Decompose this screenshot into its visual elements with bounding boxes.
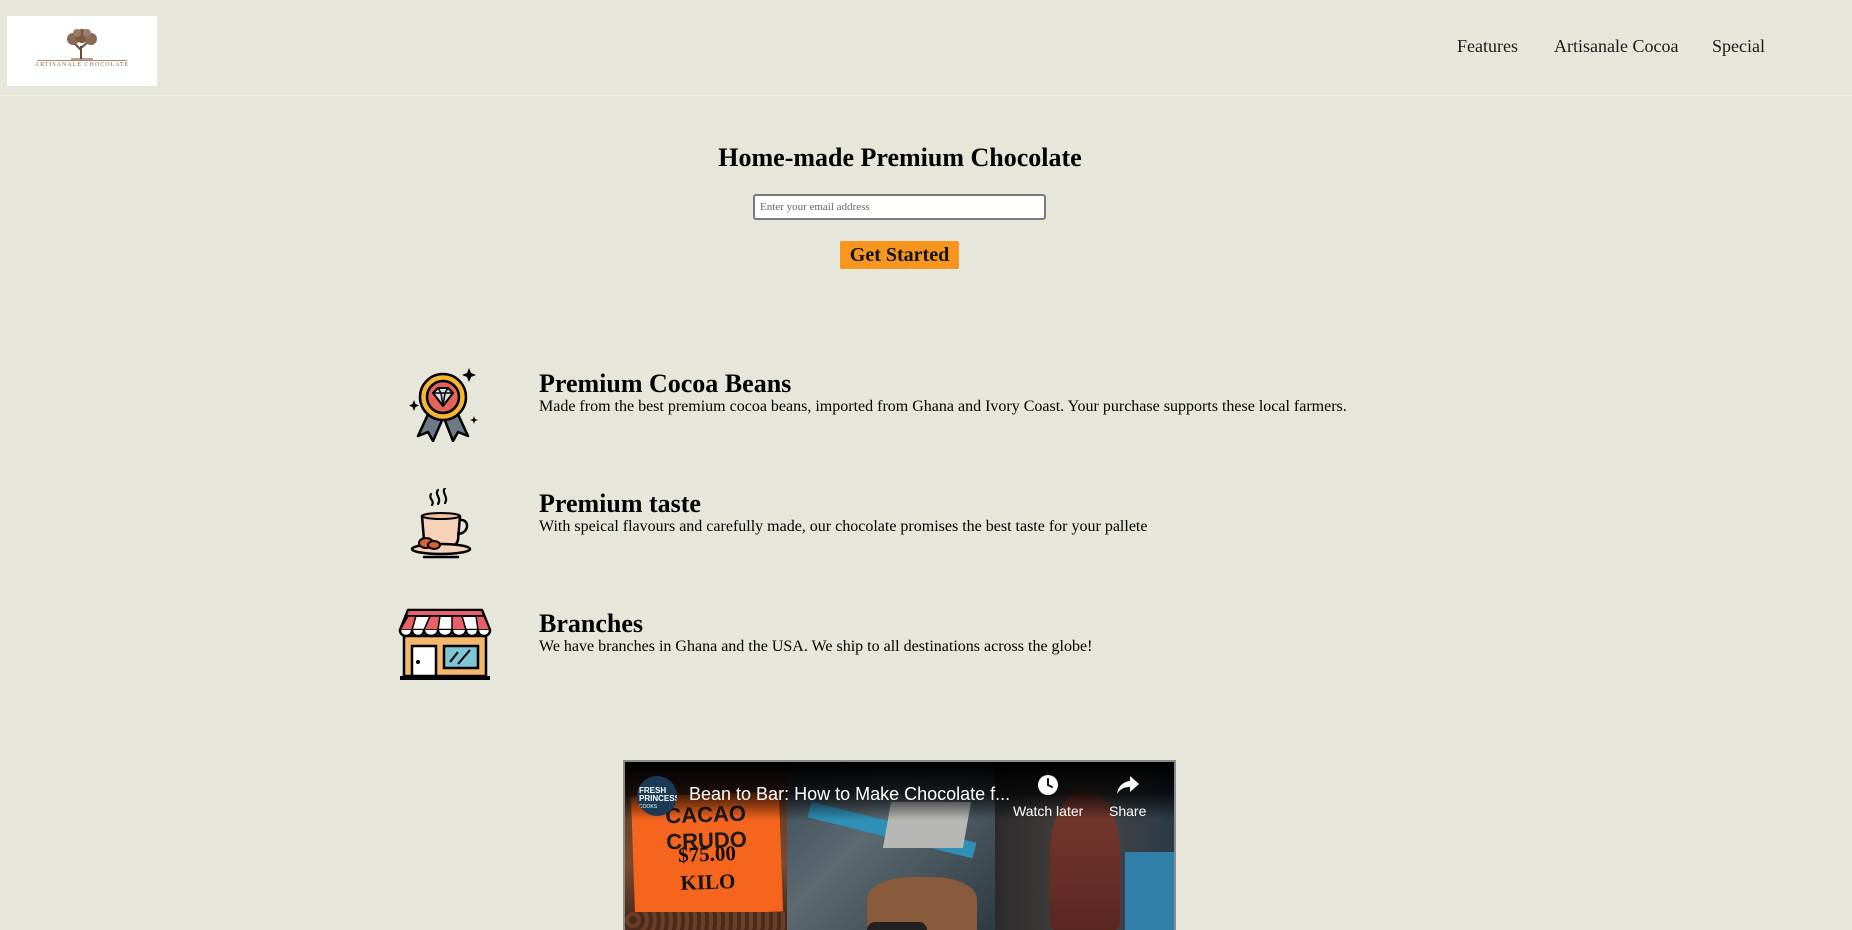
share-arrow-icon bbox=[1116, 776, 1139, 794]
coffee-cup-icon bbox=[410, 488, 472, 559]
feature-heading: Branches bbox=[539, 609, 643, 638]
nav-link-special-label[interactable]: Special bbox=[1712, 36, 1765, 56]
tree-icon bbox=[67, 29, 97, 60]
feature-text: Made from the best premium cocoa beans, … bbox=[539, 398, 1347, 415]
watch-later-label: Watch later bbox=[1013, 803, 1084, 819]
watch-later-button[interactable]: Watch later bbox=[1013, 774, 1083, 819]
clock-icon bbox=[1038, 775, 1059, 795]
machine-part bbox=[1125, 852, 1174, 930]
sign-line: $75.00 bbox=[677, 840, 737, 868]
video-progress-handle[interactable] bbox=[867, 922, 927, 930]
share-button[interactable]: Share bbox=[1109, 774, 1146, 819]
feature-text: With speical flavours and carefully made… bbox=[539, 518, 1148, 535]
sign-line: KILO bbox=[680, 869, 736, 895]
video-player[interactable]: CACAO CRUDO $75.00 KILO FRESH PRINCESS C… bbox=[623, 760, 1176, 930]
channel-badge-text: COOKS bbox=[639, 804, 658, 810]
site-header: ARTISANALE CHOCOLATE Features Artisanale… bbox=[0, 0, 1852, 96]
storefront-icon bbox=[398, 608, 492, 680]
logo-text: ARTISANALE CHOCOLATE bbox=[34, 62, 130, 68]
nav-link-features[interactable]: Features bbox=[1457, 36, 1518, 57]
get-started-button[interactable]: Get Started bbox=[840, 241, 959, 269]
feature-heading: Premium taste bbox=[539, 489, 701, 518]
cacao-beans bbox=[625, 912, 787, 930]
nav-link-artisanale-cocoa-label[interactable]: Artisanale Cocoa bbox=[1554, 36, 1678, 56]
channel-badge-text: PRINCESS bbox=[639, 794, 677, 803]
nav-link-features-label[interactable]: Features bbox=[1457, 36, 1518, 56]
video-title[interactable]: Bean to Bar: How to Make Chocolate f... bbox=[689, 784, 1010, 805]
email-input[interactable] bbox=[753, 194, 1046, 220]
hero-title: Home-made Premium Chocolate bbox=[718, 143, 1082, 172]
nav-link-special[interactable]: Special bbox=[1712, 36, 1765, 57]
feature-heading: Premium Cocoa Beans bbox=[539, 369, 792, 398]
share-label: Share bbox=[1109, 803, 1147, 819]
channel-avatar[interactable]: FRESH PRINCESS COOKS bbox=[637, 776, 677, 816]
award-medal-icon bbox=[409, 368, 478, 442]
logo[interactable]: ARTISANALE CHOCOLATE bbox=[7, 16, 157, 86]
logo-divider bbox=[37, 60, 127, 61]
feature-text: We have branches in Ghana and the USA. W… bbox=[539, 638, 1093, 655]
nav-link-artisanale-cocoa[interactable]: Artisanale Cocoa bbox=[1554, 36, 1678, 57]
